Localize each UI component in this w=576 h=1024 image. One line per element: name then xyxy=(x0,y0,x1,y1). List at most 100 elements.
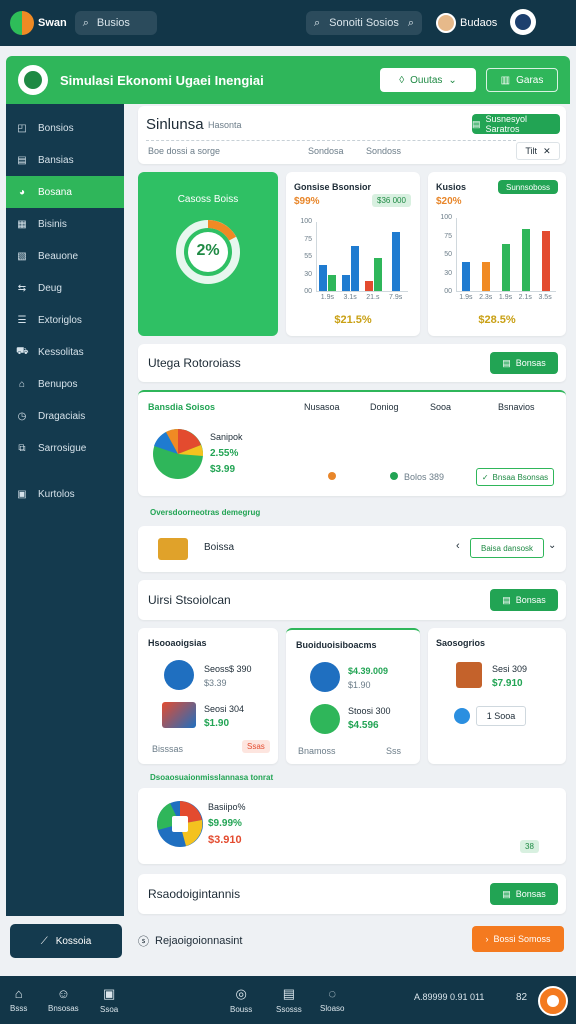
quantity-input[interactable]: 1 Sooa xyxy=(476,706,526,726)
nav-count: 82 xyxy=(516,992,528,1003)
item-name: Seosi 304 xyxy=(204,704,245,714)
donut-card: Casoss Boiss 2% xyxy=(138,172,278,336)
message-icon: ◌ xyxy=(328,986,337,1001)
product-card[interactable]: Buoiduoisiboacms $4.39.009 $1.90 Stoosi … xyxy=(286,628,420,764)
search-icon: ⌕ xyxy=(314,16,321,29)
sidebar-item[interactable]: ▦ Bisinis xyxy=(6,208,124,240)
trend-icon: ⟋ xyxy=(40,935,48,947)
sidebar: ◰ Bonsios ▤ Bansias ◕ Bosana ▦ Bisinis ▧ Beau… xyxy=(6,104,124,916)
sidebar-icon: ▣ xyxy=(17,488,27,500)
subrow-button[interactable]: Baisa dansosk xyxy=(470,538,544,558)
search-box[interactable]: ⌕ Busios xyxy=(74,11,157,35)
y-tick-label: 100 xyxy=(300,218,312,225)
product-card[interactable]: Saosogrios Sesi 309 $7.910 1 Sooa xyxy=(428,628,566,764)
sidebar-item[interactable]: ▧ Beauone xyxy=(6,240,124,272)
section-button[interactable]: ▤ Bonsas xyxy=(490,589,558,611)
chevron-down-icon[interactable]: ⌄ xyxy=(548,540,556,551)
nav-item-home[interactable]: ⌂ Bsss xyxy=(10,986,27,1013)
chart-bar xyxy=(521,228,530,291)
x-tick-label: 1.9s xyxy=(320,294,334,301)
sidebar-item[interactable]: ◷ Dragaciais xyxy=(6,400,124,432)
chart1-title: Gonsise Bsonsior xyxy=(294,182,372,192)
sidebar-item[interactable]: ⛟ Kessolitas xyxy=(6,336,124,368)
chart2-plot xyxy=(456,218,556,292)
x-tick-label: 1.9s xyxy=(459,294,473,301)
doc-icon: ▤ xyxy=(502,888,511,899)
check-icon: ✓ xyxy=(481,472,489,482)
x-tick-label: 3.5s xyxy=(538,294,552,301)
chart-bar xyxy=(328,275,337,291)
summary-button[interactable]: ▤ Susnesyol Saratros xyxy=(472,114,560,134)
y-tick-label: 00 xyxy=(444,288,452,295)
section-button[interactable]: ▤ Bonsas xyxy=(490,352,558,374)
search-label: Busios xyxy=(96,17,130,29)
x-tick-label: 21.s xyxy=(366,294,380,301)
product-card[interactable]: Hsooaoigsias Seoss$ 390 $3.39 Seosi 304 … xyxy=(138,628,278,764)
chart-bar xyxy=(342,275,351,291)
leaf-icon: ◊ xyxy=(399,74,405,86)
sidebar-item[interactable]: ⧉ Sarrosigue xyxy=(6,432,124,464)
page-title: Simulasi Ekonomi Ugaei Inengiai xyxy=(60,72,264,88)
chevron-left-icon[interactable]: ‹ xyxy=(456,540,460,552)
user-menu[interactable]: Budaos xyxy=(436,13,497,33)
item-name: Stoosi 300 xyxy=(348,706,391,716)
panel-tag[interactable]: 38 xyxy=(520,840,539,853)
globe-icon xyxy=(310,704,340,734)
table-header: Sooa xyxy=(430,402,452,412)
status-dot xyxy=(390,472,398,480)
sidebar-item-active[interactable]: ◕ Bosana xyxy=(6,176,124,208)
nav-item-chat[interactable]: ◎ Bouss xyxy=(230,986,252,1014)
sidebar-item[interactable]: ⌂ Benupos xyxy=(6,368,124,400)
chart-card-2: Kusios $20% Sunnsoboss 100 75 50 30 00 1.9s 2… xyxy=(428,172,566,336)
chart1-stat: $99% xyxy=(294,196,320,207)
filter-mid[interactable]: Sondosa xyxy=(308,146,344,156)
chart-bar xyxy=(351,246,360,291)
pie-chart xyxy=(153,428,204,479)
pie-chart xyxy=(157,801,203,847)
sidebar-item[interactable]: ⇆ Deug xyxy=(6,272,124,304)
profile-avatar[interactable] xyxy=(510,9,536,35)
sidebar-item[interactable]: ◰ Bonsios xyxy=(6,112,124,144)
chart2-footer: $28.5% xyxy=(478,314,516,326)
chart-bar xyxy=(364,280,373,291)
info-icon xyxy=(454,708,470,724)
nav-status: A.89999 0.91 011 xyxy=(414,992,485,1002)
chart2-button[interactable]: Sunnsoboss xyxy=(498,180,558,194)
dropdown-label: Ouutas xyxy=(410,74,443,86)
nav-item-people[interactable]: ☺ Bnsosas xyxy=(48,986,79,1013)
box-icon: ▣ xyxy=(102,986,116,1001)
header-button[interactable]: ▥ Garas xyxy=(486,68,558,92)
chart1-x-axis: 1.9s 3.1s 21.s 7.9s xyxy=(316,294,408,306)
item-name: $4.39.009 xyxy=(348,666,389,676)
pie-value: $3.910 xyxy=(208,834,242,846)
primary-action-button[interactable]: › Bossi Somoss xyxy=(472,926,564,952)
chart-bar xyxy=(462,261,471,291)
sidebar-item[interactable]: ▤ Bansias xyxy=(6,144,124,176)
section-button[interactable]: ▤ Bonsas xyxy=(490,883,558,905)
y-tick-label: 55 xyxy=(304,253,312,260)
nav-item-settings[interactable]: ◌ Sloaso xyxy=(320,986,344,1013)
sidebar-item[interactable]: ▣ Kurtolos xyxy=(6,478,124,510)
nav-item-box[interactable]: ▣ Ssoa xyxy=(100,986,118,1014)
secondary-search[interactable]: ⌕ Sonoiti Sosios ⌕ xyxy=(306,11,422,35)
row-action-button[interactable]: ✓ Bnsaa Bsonsas xyxy=(476,468,554,486)
chart2-stat: $20% xyxy=(436,196,462,207)
filter-left[interactable]: Boe dossi a sorge xyxy=(148,146,220,156)
user-name: Budaos xyxy=(460,17,498,29)
sidebar-bottom-button[interactable]: ⟋ Kossoia xyxy=(10,924,122,958)
nav-item-doc[interactable]: ▤ Ssosss xyxy=(276,986,302,1014)
sidebar-item[interactable]: ☰ Extoriglos xyxy=(6,304,124,336)
magnifier-icon: ⌕ xyxy=(407,16,414,29)
pie-title: Sanipok xyxy=(210,432,243,442)
profile-fab[interactable] xyxy=(538,986,568,1016)
sidebar-icon: ⇆ xyxy=(17,282,27,294)
crate-icon xyxy=(456,662,482,688)
subrow-caption: Oversdoorneotras demegrug xyxy=(138,504,566,522)
chart1-tag: $36 000 xyxy=(372,194,411,207)
chart2-y-axis: 100 75 50 30 00 xyxy=(432,214,454,298)
card-title: Saosogrios xyxy=(436,638,486,648)
filter-toggle[interactable]: Tilt ✕ xyxy=(516,142,560,160)
dropdown-select[interactable]: ◊ Ouutas ⌄ xyxy=(380,68,476,92)
divider xyxy=(146,140,516,141)
filter-mid[interactable]: Sondoss xyxy=(366,146,401,156)
